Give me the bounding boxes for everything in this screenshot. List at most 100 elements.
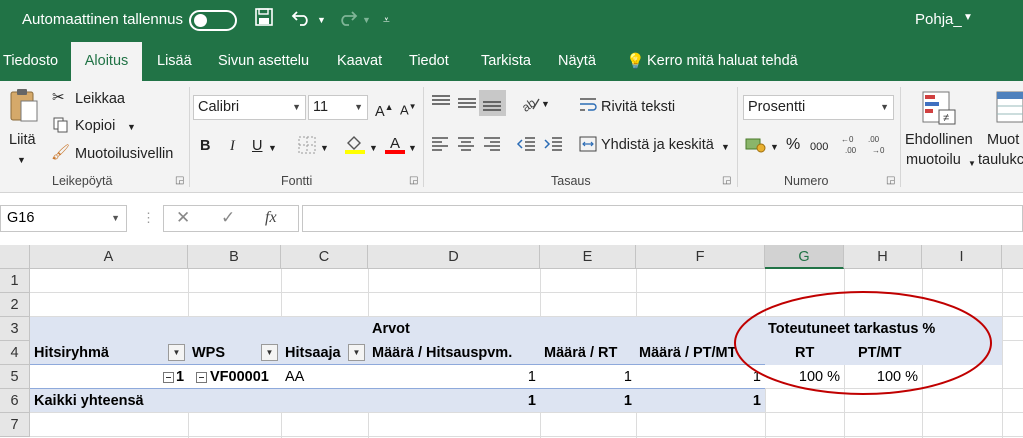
cancel-icon[interactable]: ✕	[176, 209, 190, 227]
column-header-d[interactable]: D	[368, 245, 540, 269]
header-maara-rt[interactable]: Määrä / RT	[544, 341, 617, 365]
drag-handle-icon[interactable]: ⋮	[142, 209, 155, 227]
header-maara-hitsauspvm[interactable]: Määrä / Hitsauspvm.	[372, 341, 512, 365]
row-header-6[interactable]: 6	[0, 389, 30, 413]
format-as-table-line2[interactable]: taulukc	[978, 151, 1023, 169]
column-header-h[interactable]: H	[844, 245, 922, 269]
row-header-1[interactable]: 1	[0, 269, 30, 293]
name-box[interactable]: G16 ▼	[0, 205, 127, 232]
underline-dropdown-icon[interactable]: ▼	[268, 139, 277, 157]
cell-group-value[interactable]: 1	[176, 365, 184, 389]
conditional-dropdown-icon[interactable]: ▼	[968, 155, 976, 173]
cell-d5[interactable]: 1	[368, 365, 536, 389]
borders-icon[interactable]	[298, 136, 316, 159]
shrink-font-button[interactable]: A▼	[400, 98, 417, 119]
collapse-icon[interactable]	[196, 372, 207, 383]
column-header-b[interactable]: B	[188, 245, 281, 269]
font-color-dropdown-icon[interactable]: ▼	[408, 139, 417, 157]
collapse-icon[interactable]	[163, 372, 174, 383]
column-header-partial[interactable]	[1002, 245, 1023, 269]
document-menu-chevron-icon[interactable]: ▼	[963, 12, 973, 23]
clipboard-launcher-icon[interactable]: ◲	[175, 175, 184, 186]
orientation-dropdown-icon[interactable]: ▼	[541, 95, 550, 113]
decrease-decimal-icon[interactable]: .00 →0	[868, 133, 892, 160]
format-as-table-button[interactable]: Muot	[987, 131, 1019, 149]
number-format-combo[interactable]: Prosentti ▼	[743, 95, 894, 120]
copy-button[interactable]: Kopioi	[75, 117, 115, 135]
wrap-text-icon[interactable]	[579, 97, 597, 118]
scissors-icon[interactable]: ✂	[52, 89, 65, 107]
tab-data[interactable]: Tiedot	[409, 42, 449, 81]
fill-color-icon[interactable]	[344, 133, 366, 160]
formula-input[interactable]	[302, 205, 1023, 232]
undo-icon[interactable]	[291, 8, 313, 33]
decrease-indent-icon[interactable]	[516, 136, 536, 157]
filter-dropdown-icon[interactable]: ▼	[261, 344, 278, 361]
filter-dropdown-icon[interactable]: ▼	[348, 344, 365, 361]
format-painter-button[interactable]: Muotoilusivellin	[75, 145, 173, 163]
font-launcher-icon[interactable]: ◲	[409, 175, 418, 186]
borders-dropdown-icon[interactable]: ▼	[320, 139, 329, 157]
conditional-formatting-button[interactable]: Ehdollinen	[905, 131, 973, 149]
column-header-f[interactable]: F	[636, 245, 765, 269]
tab-page-layout[interactable]: Sivun asettelu	[218, 42, 309, 81]
copy-icon[interactable]	[53, 117, 69, 138]
tab-view[interactable]: Näytä	[558, 42, 596, 81]
grow-font-button[interactable]: A▲	[375, 98, 394, 121]
row-header-3[interactable]: 3	[0, 317, 30, 341]
column-header-i[interactable]: I	[922, 245, 1002, 269]
merge-dropdown-icon[interactable]: ▼	[721, 138, 730, 156]
undo-dropdown-icon[interactable]: ▼	[317, 8, 326, 32]
tell-me-search[interactable]: Kerro mitä haluat tehdä	[647, 42, 798, 81]
customize-qat-icon[interactable]: ⩡	[383, 8, 390, 32]
column-header-c[interactable]: C	[281, 245, 368, 269]
paste-button[interactable]: Liitä	[9, 131, 36, 149]
grand-total-label[interactable]: Kaikki yhteensä	[34, 389, 144, 413]
paste-dropdown-icon[interactable]: ▼	[17, 151, 26, 169]
row-header-5[interactable]: 5	[0, 365, 30, 389]
align-right-icon[interactable]	[483, 136, 501, 157]
tab-review[interactable]: Tarkista	[481, 42, 531, 81]
document-name[interactable]: Pohja_	[915, 11, 962, 28]
align-left-icon[interactable]	[431, 136, 449, 157]
comma-style-button[interactable]: 000	[810, 138, 828, 156]
increase-indent-icon[interactable]	[543, 136, 563, 157]
underline-button[interactable]: U	[252, 137, 262, 155]
paste-icon[interactable]	[9, 87, 39, 128]
fill-color-dropdown-icon[interactable]: ▼	[369, 139, 378, 157]
filter-applied-icon[interactable]: ▼	[168, 344, 185, 361]
header-maara-ptmt[interactable]: Määrä / PT/MT	[639, 341, 737, 365]
bold-button[interactable]: B	[200, 137, 210, 155]
worksheet-grid[interactable]: A B C D E F G H I 1 2 3 4 5 6 7 Arvot To…	[0, 245, 1023, 438]
header-hitsaaja[interactable]: Hitsaaja	[285, 341, 341, 365]
save-icon[interactable]	[255, 8, 273, 33]
accounting-format-icon[interactable]	[745, 136, 767, 159]
row-header-4[interactable]: 4	[0, 341, 30, 365]
row-header-2[interactable]: 2	[0, 293, 30, 317]
italic-button[interactable]: I	[230, 137, 235, 155]
format-as-table-icon[interactable]	[995, 90, 1023, 131]
align-middle-icon[interactable]	[457, 94, 477, 117]
copy-dropdown-icon[interactable]: ▼	[127, 118, 136, 136]
enter-icon[interactable]: ✓	[221, 209, 235, 227]
align-bottom-icon[interactable]	[479, 90, 506, 116]
tab-home[interactable]: Aloitus	[71, 42, 142, 82]
header-hitsiryhma[interactable]: Hitsiryhmä	[34, 341, 109, 365]
pivot-values-header[interactable]: Arvot	[372, 317, 410, 341]
percent-style-button[interactable]: %	[786, 136, 800, 154]
cell-e5[interactable]: 1	[540, 365, 632, 389]
increase-decimal-icon[interactable]: ←0.00	[841, 133, 865, 160]
accounting-dropdown-icon[interactable]: ▼	[770, 138, 779, 156]
conditional-formatting-icon[interactable]: ≠	[921, 90, 957, 131]
merge-center-icon[interactable]	[579, 136, 597, 157]
merge-center-button[interactable]: Yhdistä ja keskitä	[601, 136, 714, 154]
conditional-formatting-line2[interactable]: muotoilu	[906, 151, 961, 169]
column-header-g[interactable]: G	[765, 245, 844, 269]
font-name-combo[interactable]: Calibri ▼	[193, 95, 306, 120]
number-launcher-icon[interactable]: ◲	[886, 175, 895, 186]
tab-file[interactable]: Tiedosto	[3, 42, 58, 81]
tab-formulas[interactable]: Kaavat	[337, 42, 382, 81]
font-color-icon[interactable]: A	[384, 133, 406, 160]
row-header-7[interactable]: 7	[0, 413, 30, 437]
insert-function-icon[interactable]: fx	[265, 209, 277, 227]
